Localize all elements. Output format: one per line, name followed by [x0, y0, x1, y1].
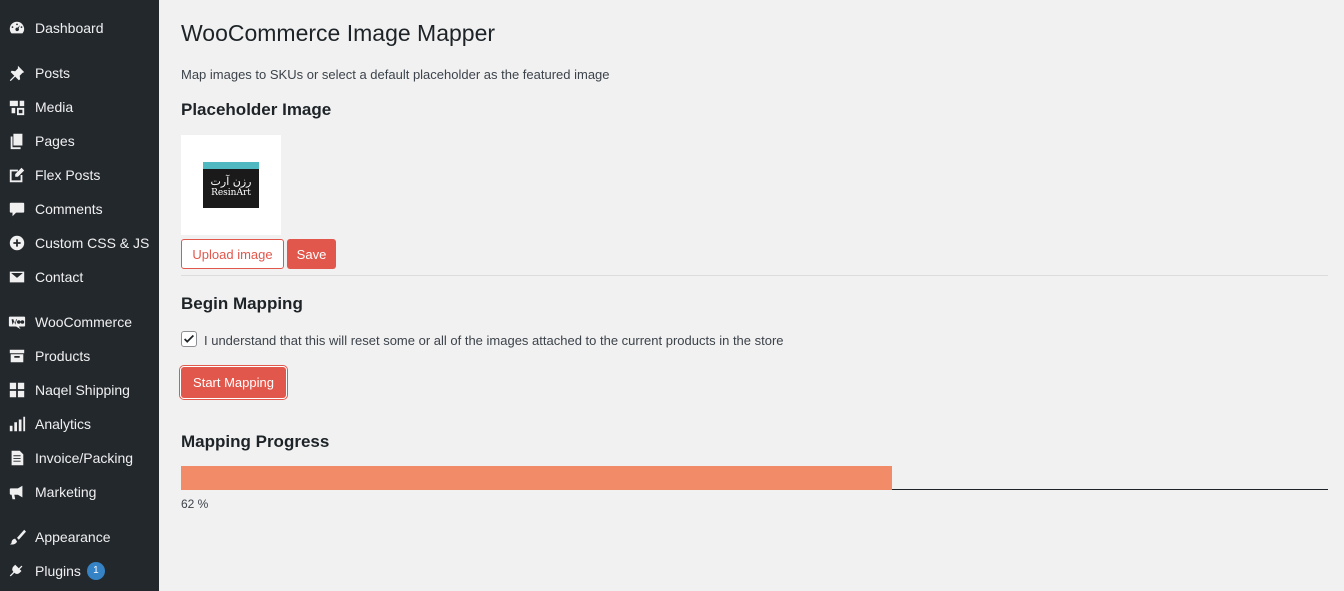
pages-icon — [7, 131, 27, 151]
confirm-checkbox[interactable] — [181, 331, 197, 347]
sidebar-item-comments[interactable]: Comments — [0, 192, 159, 226]
sidebar-item-label: Products — [35, 348, 91, 364]
sidebar-item-dashboard[interactable]: Dashboard — [0, 11, 159, 45]
sidebar-item-flex-posts[interactable]: Flex Posts — [0, 158, 159, 192]
sidebar-item-woocommerce[interactable]: WooCommerce — [0, 305, 159, 339]
sidebar-item-label: Analytics — [35, 416, 92, 432]
page-title: WooCommerce Image Mapper — [181, 20, 496, 46]
logo-arabic-text: رزن آرت — [210, 174, 252, 188]
sidebar-item-label: Custom CSS & JS — [35, 235, 150, 251]
sidebar-item-label: WooCommerce — [35, 314, 132, 330]
update-count-badge: 1 — [86, 562, 105, 580]
plugin-icon — [7, 561, 27, 581]
comment-icon — [7, 199, 27, 219]
plus-circle-icon — [7, 233, 27, 253]
sidebar-item-naqel-shipping[interactable]: Naqel Shipping — [0, 373, 159, 407]
grid-icon — [7, 380, 27, 400]
start-mapping-button[interactable]: Start Mapping — [181, 367, 286, 398]
document-icon — [7, 448, 27, 468]
sidebar-item-label: Naqel Shipping — [35, 382, 130, 398]
sidebar-item-label: Dashboard — [35, 20, 104, 36]
sidebar-item-label: Invoice/Packing — [35, 450, 134, 466]
sidebar-item-invoice-packing[interactable]: Invoice/Packing — [0, 441, 159, 475]
sidebar-item-label: Plugins — [35, 563, 81, 579]
megaphone-icon — [7, 482, 27, 502]
sidebar-item-appearance[interactable]: Appearance — [0, 520, 159, 554]
sidebar-item-products[interactable]: Products — [0, 339, 159, 373]
pin-icon — [7, 63, 27, 83]
sidebar-item-marketing[interactable]: Marketing — [0, 475, 159, 509]
progress-percentage: 62 % — [181, 497, 209, 511]
bar-chart-icon — [7, 414, 27, 434]
sidebar-item-label: Flex Posts — [35, 167, 101, 183]
sidebar-item-media[interactable]: Media — [0, 90, 159, 124]
sidebar-item-label: Contact — [35, 269, 84, 285]
sidebar-item-label: Pages — [35, 133, 75, 149]
placeholder-heading: Placeholder Image — [181, 100, 332, 119]
save-button[interactable]: Save — [287, 239, 336, 269]
media-icon — [7, 97, 27, 117]
sidebar-item-analytics[interactable]: Analytics — [0, 407, 159, 441]
sidebar-item-label: Comments — [35, 201, 103, 217]
sidebar-item-pages[interactable]: Pages — [0, 124, 159, 158]
sidebar-item-label: Appearance — [35, 529, 111, 545]
brush-icon — [7, 527, 27, 547]
sidebar-item-contact[interactable]: Contact — [0, 260, 159, 294]
sidebar-item-custom-css-js[interactable]: Custom CSS & JS — [0, 226, 159, 260]
sidebar-item-plugins[interactable]: Plugins 1 — [0, 554, 159, 588]
sidebar-item-label: Posts — [35, 65, 71, 81]
edit-icon — [7, 165, 27, 185]
dashboard-icon — [7, 18, 27, 38]
progress-fill — [181, 466, 893, 490]
main-content: WooCommerce Image Mapper Map images to S… — [181, 0, 1344, 591]
confirm-label: I understand that this will reset some o… — [204, 333, 784, 348]
logo-english-text: ResinArt — [211, 187, 251, 198]
woo-icon — [7, 312, 27, 332]
sidebar-item-label: Marketing — [35, 484, 97, 500]
archive-icon — [7, 346, 27, 366]
progress-heading: Mapping Progress — [181, 432, 330, 451]
mapping-heading: Begin Mapping — [181, 294, 303, 313]
section-divider — [181, 275, 1328, 276]
resinart-logo: رزن آرت ResinArt — [203, 162, 259, 208]
page-subtitle: Map images to SKUs or select a default p… — [181, 67, 610, 82]
sidebar-item-posts[interactable]: Posts — [0, 56, 159, 90]
upload-image-button[interactable]: Upload image — [181, 239, 284, 269]
checkmark-icon — [184, 334, 194, 343]
sidebar-item-label: Media — [35, 99, 74, 115]
admin-sidebar: Dashboard Posts Media Pages Flex Posts C… — [0, 0, 159, 591]
mail-icon — [7, 267, 27, 287]
mapping-progress-bar — [181, 466, 1328, 490]
placeholder-image: رزن آرت ResinArt — [181, 135, 281, 235]
